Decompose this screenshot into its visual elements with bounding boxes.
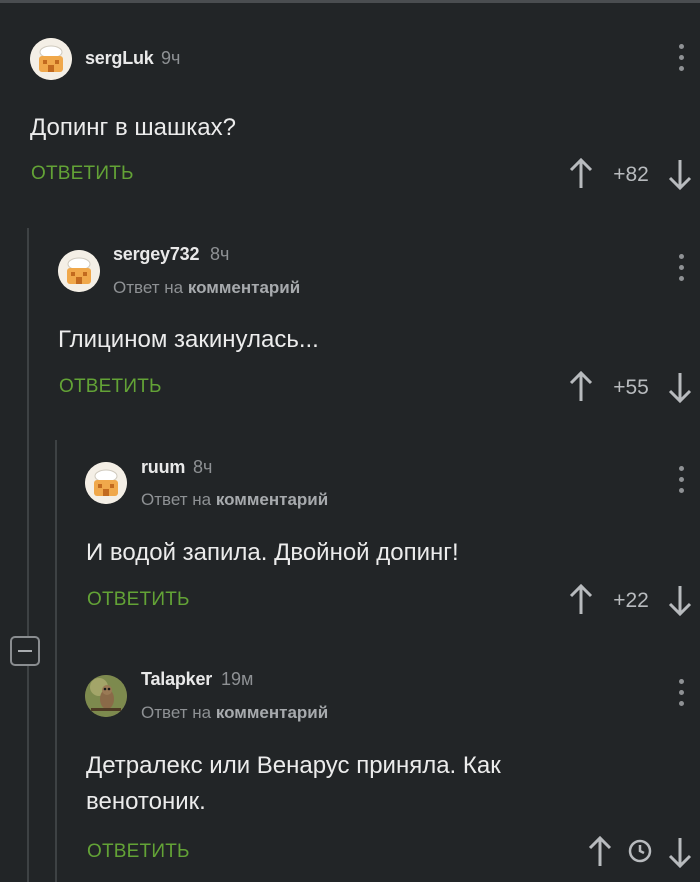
author-name[interactable]: sergey732: [113, 244, 199, 265]
comment-time: 19м: [221, 669, 254, 689]
chef-avatar-icon: [85, 462, 127, 504]
collapse-thread-button[interactable]: [10, 636, 40, 666]
reply-to-link[interactable]: комментарий: [216, 490, 328, 509]
avatar[interactable]: [85, 675, 127, 717]
owl-avatar-icon: [85, 675, 127, 717]
avatar[interactable]: [85, 462, 127, 504]
comment-time: 8ч: [193, 457, 213, 477]
arrow-down-icon[interactable]: [666, 583, 694, 617]
reply-to-prefix: Ответ на: [141, 703, 212, 722]
reply-to-prefix: Ответ на: [141, 490, 212, 509]
clock-icon: [628, 839, 652, 863]
more-vertical-icon[interactable]: [676, 466, 686, 496]
comment-text: Глицином закинулась...: [58, 326, 319, 353]
reply-to-prefix: Ответ на: [113, 278, 184, 297]
author-name[interactable]: ruum: [141, 457, 185, 478]
author-name[interactable]: Talapker: [141, 669, 212, 690]
more-vertical-icon[interactable]: [676, 254, 686, 284]
reply-button[interactable]: ОТВЕТИТЬ: [87, 841, 190, 863]
comment-time: 8ч: [210, 244, 230, 264]
vote-score: +55: [613, 376, 649, 399]
thread-line-level-1: [27, 228, 29, 882]
chef-avatar-icon: [58, 250, 100, 292]
more-vertical-icon[interactable]: [676, 679, 686, 709]
vote-score: +22: [613, 589, 649, 612]
thread-line-level-2: [55, 440, 57, 882]
reply-to-line: Ответ на комментарий: [141, 703, 328, 723]
arrow-up-icon[interactable]: [586, 835, 614, 869]
comment-talapker: Talapker 19м Ответ на комментарий Детрал…: [0, 0, 700, 869]
comment-text: Детралекс или Венарус приняла. Как венот…: [86, 752, 501, 815]
reply-to-line: Ответ на комментарий: [141, 490, 328, 510]
reply-button[interactable]: ОТВЕТИТЬ: [87, 589, 190, 611]
arrow-up-icon[interactable]: [567, 583, 595, 617]
reply-button[interactable]: ОТВЕТИТЬ: [59, 376, 162, 398]
comment-text: И водой запила. Двойной допинг!: [86, 539, 459, 566]
arrow-down-icon[interactable]: [666, 835, 694, 869]
arrow-up-icon[interactable]: [567, 370, 595, 404]
reply-to-link[interactable]: комментарий: [216, 703, 328, 722]
reply-to-line: Ответ на комментарий: [113, 278, 300, 298]
avatar[interactable]: [58, 250, 100, 292]
reply-to-link[interactable]: комментарий: [188, 278, 300, 297]
arrow-down-icon[interactable]: [666, 370, 694, 404]
